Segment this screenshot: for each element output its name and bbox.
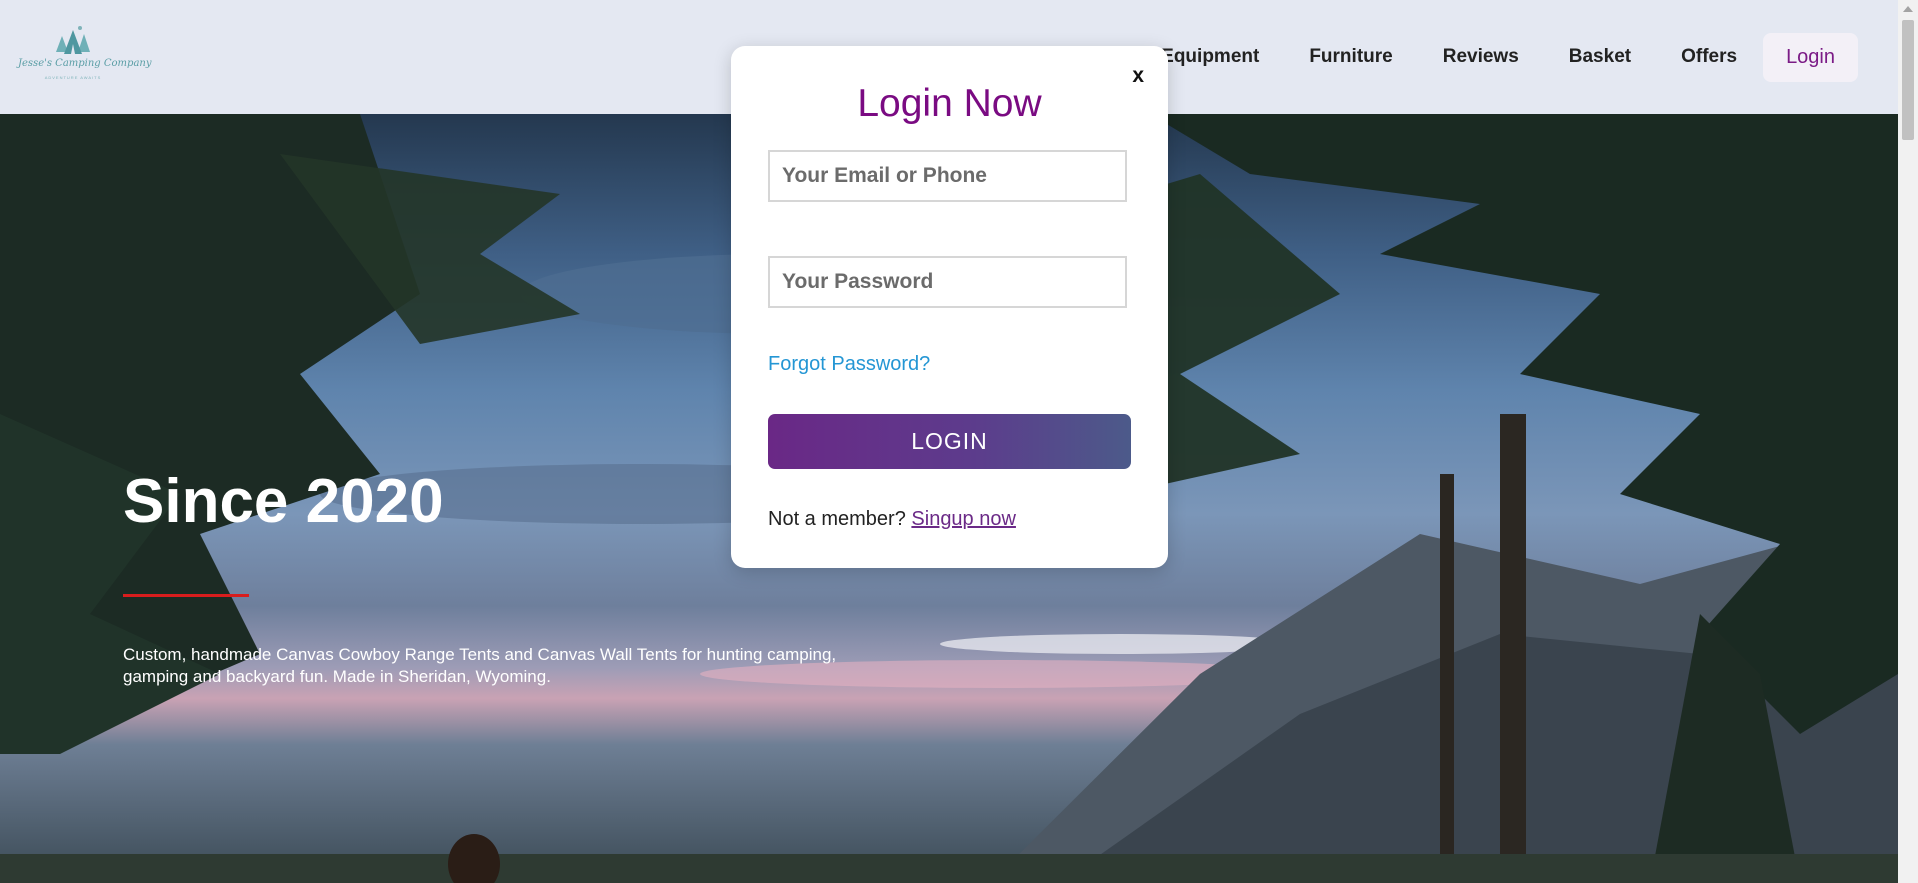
nav-login-button[interactable]: Login [1763,32,1858,82]
forgot-password-link[interactable]: Forgot Password? [768,353,930,376]
nav-item-furniture[interactable]: Furniture [1309,46,1392,68]
hero-divider [123,594,249,597]
hero-description: Custom, handmade Canvas Cowboy Range Ten… [123,645,837,686]
main-nav: Equipment Furniture Reviews Basket Offer… [1111,32,1858,82]
signup-link[interactable]: Singup now [911,508,1016,530]
modal-title: Login Now [857,82,1042,125]
tent-trees-icon [56,26,90,54]
scroll-up-icon[interactable] [1903,6,1913,12]
signup-prompt: Not a member? [768,508,906,530]
hero-title: Since 2020 [123,467,444,536]
logo-tagline: ADVENTURE AWAITS [44,75,102,80]
scrollbar-thumb[interactable] [1902,20,1914,140]
nav-item-offers[interactable]: Offers [1681,46,1737,68]
nav-item-reviews[interactable]: Reviews [1443,46,1519,68]
company-logo[interactable]: Jesse's Camping Company ADVENTURE AWAITS [18,18,152,90]
nav-item-equipment[interactable]: Equipment [1161,46,1259,68]
nav-item-basket[interactable]: Basket [1569,46,1631,68]
logo-name: Jesse's Camping Company [18,58,152,69]
signup-row: Not a member? Singup now [768,508,1016,531]
login-submit-button[interactable]: LOGIN [768,414,1131,469]
password-field[interactable] [768,256,1127,308]
login-modal: x Login Now Forgot Password? LOGIN Not a… [731,46,1168,568]
email-field[interactable] [768,150,1127,202]
